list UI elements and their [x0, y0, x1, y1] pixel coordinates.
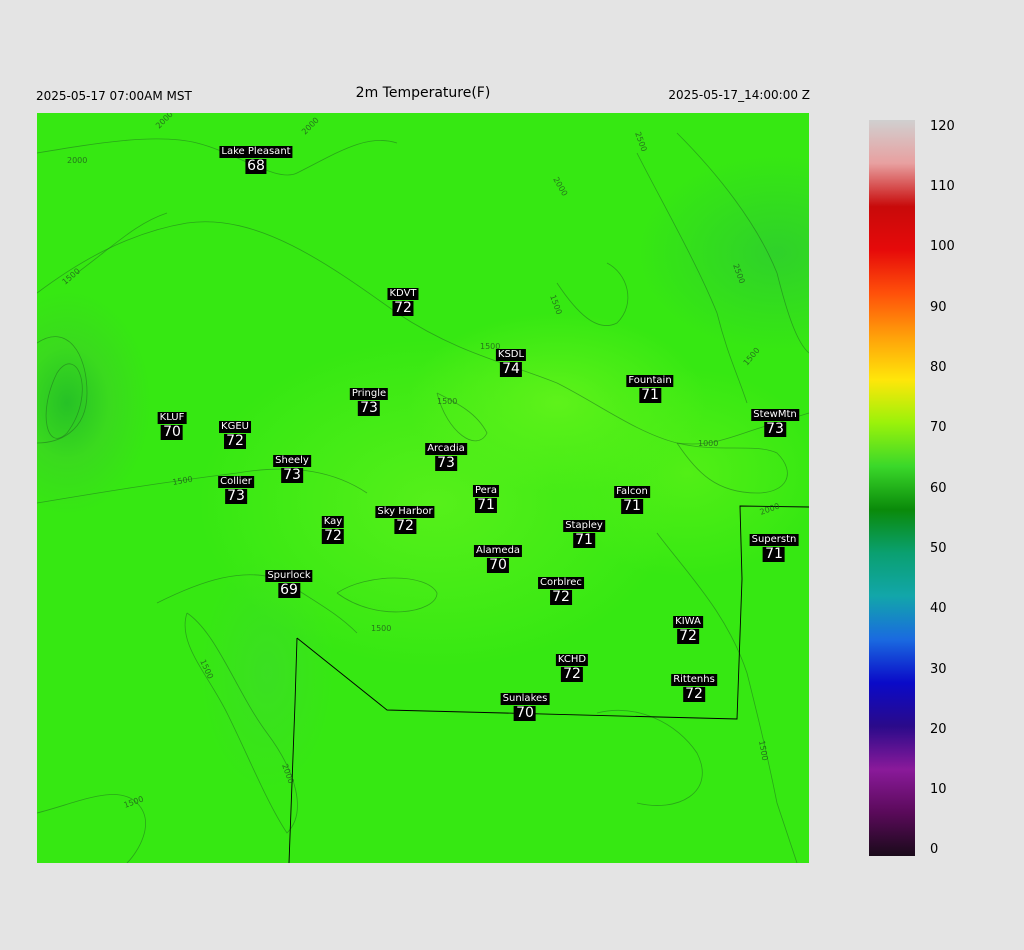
station-pera: Pera 71 [472, 485, 500, 513]
contour-label: 1500 [123, 794, 145, 809]
contour-label: 1000 [698, 439, 718, 448]
station-collier: Collier 73 [218, 476, 254, 504]
station-alameda: Alameda 70 [473, 545, 523, 573]
contour-label: 1500 [371, 624, 391, 633]
station-spurlock: Spurlock 69 [265, 570, 313, 598]
contour-label: 1500 [198, 658, 215, 680]
station-kdvt: KDVT 72 [387, 288, 419, 316]
valid-time-utc: 2025-05-17_14:00:00 Z [668, 88, 810, 102]
colorbar-tick: 120 [930, 119, 955, 134]
station-kluf: KLUF 70 [157, 412, 187, 440]
station-sky-harbor: Sky Harbor 72 [375, 506, 435, 534]
colorbar-tick: 70 [930, 420, 947, 435]
colorbar-tick: 50 [930, 541, 947, 556]
elevation-contours [37, 132, 809, 863]
contour-label: 2000 [280, 763, 295, 785]
contour-label: 1500 [742, 346, 762, 367]
colorbar-tick: 110 [930, 179, 955, 194]
temperature-colorbar [869, 120, 915, 856]
map-overlay: 2000 2000 2000 1500 1500 2500 2500 2000 … [37, 113, 809, 863]
colorbar-tick: 40 [930, 601, 947, 616]
station-lake-pleasant: Lake Pleasant 68 [219, 146, 293, 174]
contour-label: 1500 [172, 475, 194, 487]
contour-labels: 2000 2000 2000 1500 1500 2500 2500 2000 … [61, 113, 781, 810]
contour-label: 2000 [154, 113, 175, 130]
station-kay: Kay 72 [321, 516, 345, 544]
colorbar-tick: 30 [930, 662, 947, 677]
station-superstn: Superstn 71 [749, 534, 799, 562]
contour-label: 2500 [633, 131, 648, 153]
station-stewmtn: StewMtn 73 [751, 409, 799, 437]
contour-label: 2500 [731, 263, 746, 285]
colorbar-tick: 60 [930, 481, 947, 496]
station-kgeu: KGEU 72 [219, 421, 251, 449]
contour-label: 2000 [551, 176, 569, 198]
station-arcadia: Arcadia 73 [425, 443, 467, 471]
station-kiwa: KIWA 72 [673, 616, 703, 644]
temperature-map: 2000 2000 2000 1500 1500 2500 2500 2000 … [37, 113, 809, 863]
station-stapley: Stapley 71 [563, 520, 605, 548]
contour-label: 2000 [300, 116, 321, 137]
colorbar-tick: 20 [930, 722, 947, 737]
station-corblrec: Corblrec 72 [538, 577, 584, 605]
station-falcon: Falcon 71 [614, 486, 650, 514]
colorbar-tick: 80 [930, 360, 947, 375]
colorbar-tick: 10 [930, 782, 947, 797]
contour-label: 2000 [759, 501, 781, 516]
colorbar-tick: 100 [930, 239, 955, 254]
county-boundaries [288, 505, 809, 863]
station-sheely: Sheely 73 [273, 455, 311, 483]
contour-label: 1500 [437, 397, 457, 406]
contour-label: 1500 [61, 267, 82, 287]
station-ksdl: KSDL 74 [495, 349, 527, 377]
station-kchd: KCHD 72 [555, 654, 589, 682]
station-rittenhs: Rittenhs 72 [671, 674, 717, 702]
station-fountain: Fountain 71 [626, 375, 674, 403]
colorbar-tick: 0 [930, 842, 939, 857]
colorbar-tick: 90 [930, 300, 947, 315]
contour-label: 1500 [548, 294, 563, 316]
contour-label: 2000 [67, 156, 87, 165]
station-sunlakes: Sunlakes 70 [500, 693, 550, 721]
contour-label: 1500 [757, 740, 769, 762]
station-pringle: Pringle 73 [349, 388, 389, 416]
